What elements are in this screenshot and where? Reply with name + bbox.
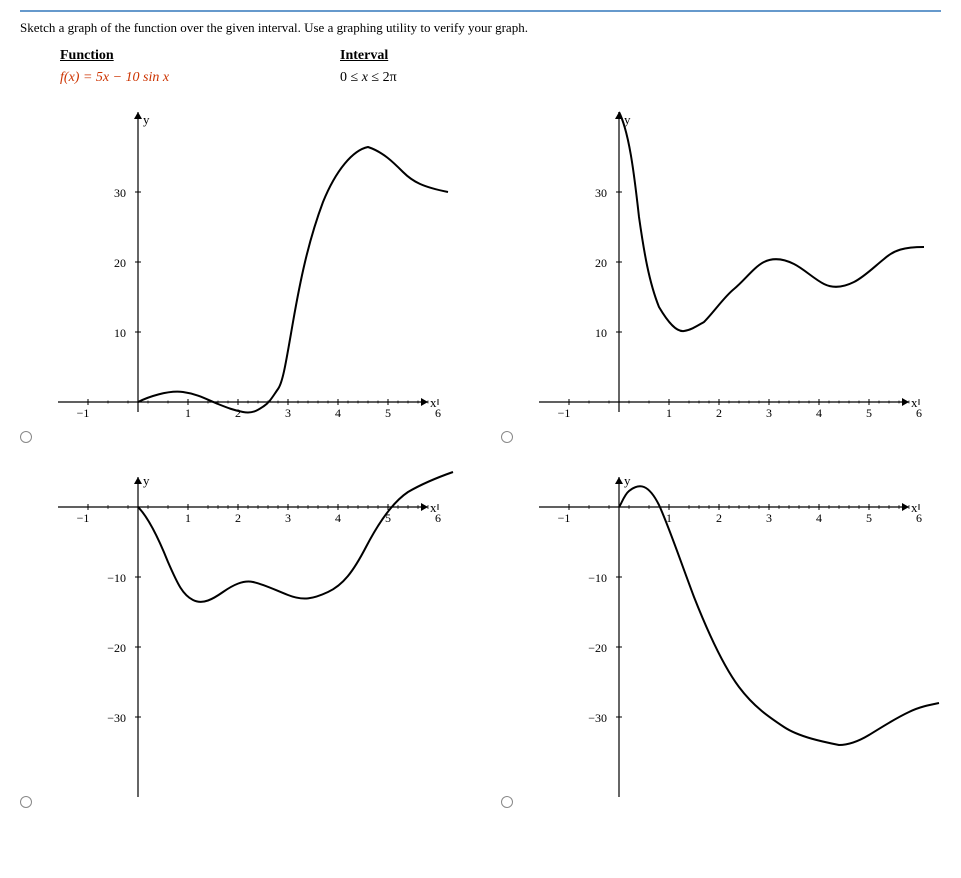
svg-text:2: 2 xyxy=(235,511,241,525)
svg-text:−1: −1 xyxy=(557,511,570,525)
svg-text:−1: −1 xyxy=(557,406,570,420)
svg-text:5: 5 xyxy=(866,406,872,420)
graph-top-left: y x −1 1 2 3 4 5 xyxy=(38,102,428,447)
svg-text:10: 10 xyxy=(595,326,607,340)
graph-cell-top-left: y x −1 1 2 3 4 5 xyxy=(20,102,461,447)
svg-text:5: 5 xyxy=(385,406,391,420)
svg-text:y: y xyxy=(624,473,631,488)
svg-text:−1: −1 xyxy=(77,511,90,525)
svg-text:20: 20 xyxy=(114,256,126,270)
interval-column-header: Interval xyxy=(340,48,388,64)
svg-text:6: 6 xyxy=(916,511,922,525)
svg-text:3: 3 xyxy=(285,511,291,525)
radio-top-left[interactable] xyxy=(20,431,32,443)
interval-expression: 0 ≤ x ≤ 2π xyxy=(340,70,397,86)
svg-text:y: y xyxy=(143,473,150,488)
svg-text:10: 10 xyxy=(114,326,126,340)
svg-text:3: 3 xyxy=(285,406,291,420)
svg-text:1: 1 xyxy=(666,406,672,420)
instructions-text: Sketch a graph of the function over the … xyxy=(20,10,941,36)
svg-text:4: 4 xyxy=(816,406,822,420)
svg-text:4: 4 xyxy=(335,406,341,420)
svg-text:3: 3 xyxy=(766,511,772,525)
function-expression: f(x) = 5x − 10 sin x xyxy=(60,70,220,86)
graph-bottom-left: y x −1 1 2 3 4 5 6 −10 xyxy=(38,467,428,812)
function-column-header: Function xyxy=(60,48,220,64)
svg-text:30: 30 xyxy=(595,186,607,200)
svg-text:4: 4 xyxy=(816,511,822,525)
svg-text:6: 6 xyxy=(435,406,441,420)
svg-text:2: 2 xyxy=(716,406,722,420)
svg-text:30: 30 xyxy=(114,186,126,200)
svg-text:1: 1 xyxy=(185,406,191,420)
radio-bottom-left[interactable] xyxy=(20,796,32,808)
svg-text:−20: −20 xyxy=(588,641,607,655)
graph-cell-bottom-right: y x −1 1 2 3 4 5 6 −10 xyxy=(501,467,942,812)
svg-text:y: y xyxy=(143,112,150,127)
graph-top-right: y x −1 1 2 3 4 5 6 10 xyxy=(519,102,909,447)
graph-cell-top-right: y x −1 1 2 3 4 5 6 10 xyxy=(501,102,942,447)
svg-text:−30: −30 xyxy=(588,711,607,725)
svg-text:2: 2 xyxy=(716,511,722,525)
graph-bottom-right: y x −1 1 2 3 4 5 6 −10 xyxy=(519,467,909,812)
svg-text:6: 6 xyxy=(435,511,441,525)
svg-text:6: 6 xyxy=(916,406,922,420)
svg-text:2: 2 xyxy=(235,406,241,420)
svg-text:4: 4 xyxy=(335,511,341,525)
svg-text:20: 20 xyxy=(595,256,607,270)
radio-top-right[interactable] xyxy=(501,431,513,443)
svg-text:−30: −30 xyxy=(107,711,126,725)
graph-cell-bottom-left: y x −1 1 2 3 4 5 6 −10 xyxy=(20,467,461,812)
svg-text:−20: −20 xyxy=(107,641,126,655)
graphs-grid: y x −1 1 2 3 4 5 xyxy=(20,102,941,812)
svg-text:−1: −1 xyxy=(77,406,90,420)
svg-text:3: 3 xyxy=(766,406,772,420)
radio-bottom-right[interactable] xyxy=(501,796,513,808)
svg-text:−10: −10 xyxy=(107,571,126,585)
svg-text:−10: −10 xyxy=(588,571,607,585)
svg-text:5: 5 xyxy=(866,511,872,525)
svg-text:y: y xyxy=(624,112,631,127)
svg-text:1: 1 xyxy=(185,511,191,525)
